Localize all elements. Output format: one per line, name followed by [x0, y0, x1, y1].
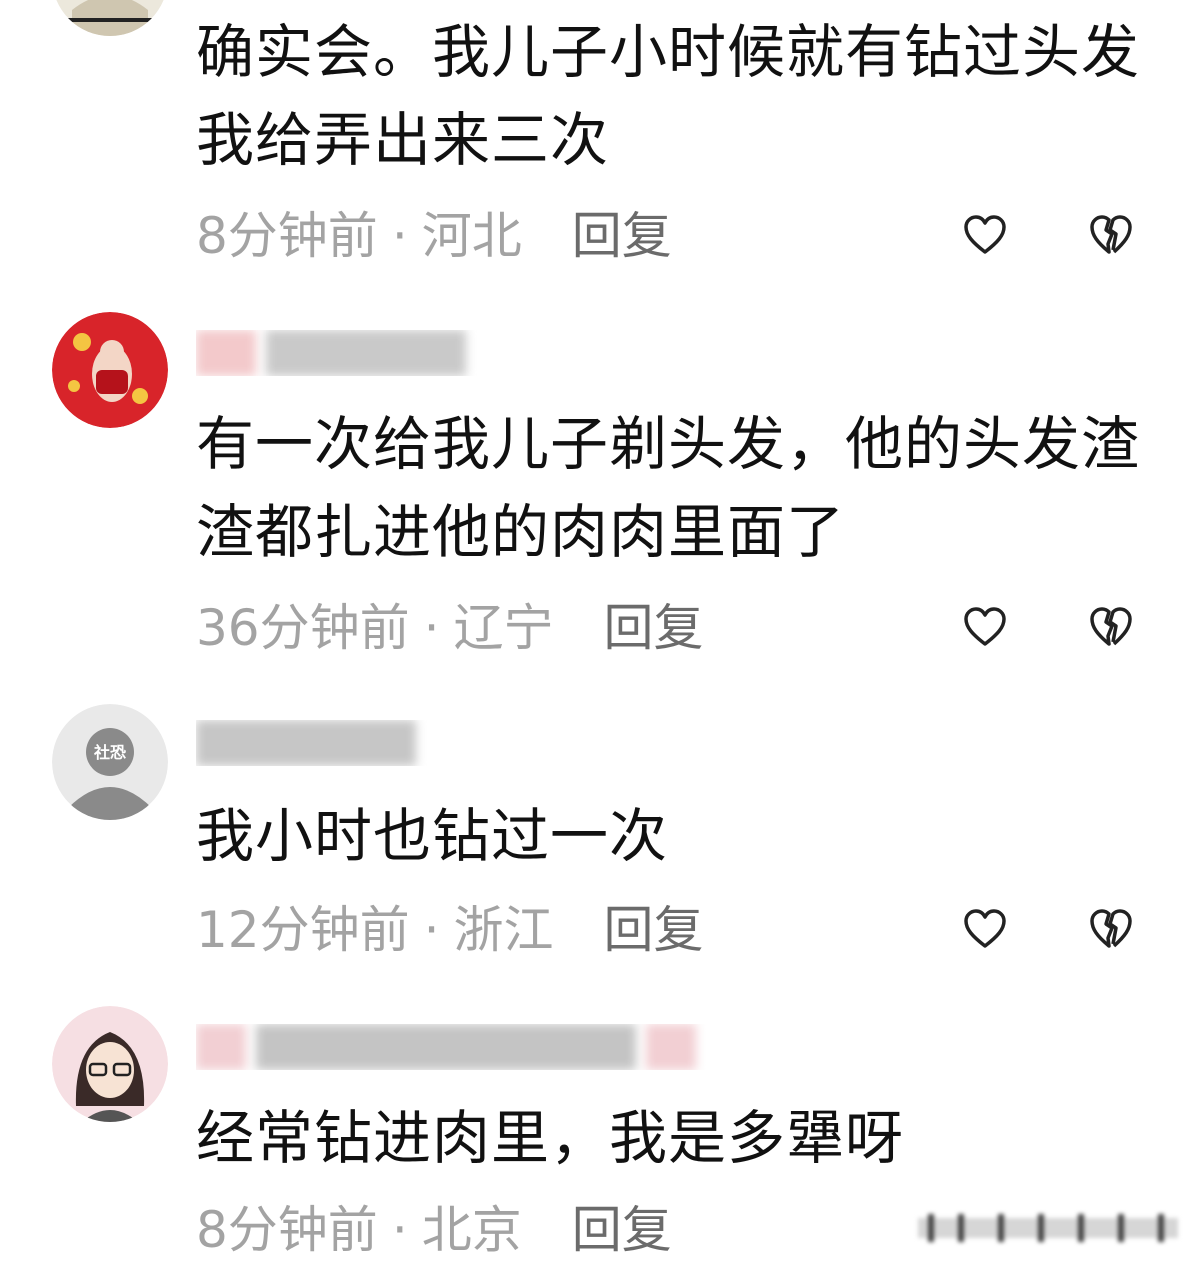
meta-separator: ·: [423, 599, 440, 657]
username-blurred: [196, 1024, 716, 1070]
comment-time: 36分钟前: [196, 599, 410, 657]
reply-button[interactable]: 回复: [572, 1201, 672, 1259]
comment-location: 浙江: [453, 901, 554, 959]
broken-heart-icon[interactable]: [1088, 906, 1134, 952]
comment-meta: 36分钟前 · 辽宁 回复: [196, 598, 704, 658]
broken-heart-icon[interactable]: [1088, 604, 1134, 650]
comment-meta: 12分钟前 · 浙江 回复: [196, 900, 704, 960]
comment-time: 8分钟前: [196, 207, 378, 265]
comment-location: 北京: [421, 1201, 522, 1259]
meta-separator: ·: [423, 901, 440, 959]
comment-location: 河北: [421, 207, 522, 265]
broken-heart-icon[interactable]: [1088, 212, 1134, 258]
avatar[interactable]: [52, 312, 168, 428]
avatar[interactable]: [52, 1006, 168, 1122]
comment-text: 经常钻进肉里，我是多犟呀: [196, 1104, 905, 1172]
comment-text: 有一次给我儿子剃头发，他的头发渣渣都扎进他的肉肉里面了: [196, 410, 1141, 566]
comment-time: 12分钟前: [196, 901, 410, 959]
comment-text: 我小时也钻过一次: [196, 802, 669, 870]
reply-button[interactable]: 回复: [572, 207, 672, 265]
username-blurred: [196, 720, 496, 766]
watermark-blurred: [918, 1210, 1178, 1246]
avatar[interactable]: 社恐: [52, 704, 168, 820]
meta-separator: ·: [391, 207, 408, 265]
reply-button[interactable]: 回复: [604, 901, 704, 959]
heart-outline-icon[interactable]: [962, 604, 1008, 650]
comment-time: 8分钟前: [196, 1201, 378, 1259]
avatar-label: 社恐: [93, 743, 126, 762]
comment-meta: 8分钟前 · 北京 回复: [196, 1200, 672, 1260]
username-blurred: [196, 330, 496, 376]
heart-outline-icon[interactable]: [962, 906, 1008, 952]
reply-button[interactable]: 回复: [604, 599, 704, 657]
meta-separator: ·: [391, 1201, 408, 1259]
comment-text: 确实会。我儿子小时候就有钻过头发我给弄出来三次: [196, 18, 1141, 174]
heart-outline-icon[interactable]: [962, 212, 1008, 258]
comment-location: 辽宁: [453, 599, 554, 657]
avatar[interactable]: [52, 0, 168, 36]
comment-meta: 8分钟前 · 河北 回复: [196, 206, 672, 266]
